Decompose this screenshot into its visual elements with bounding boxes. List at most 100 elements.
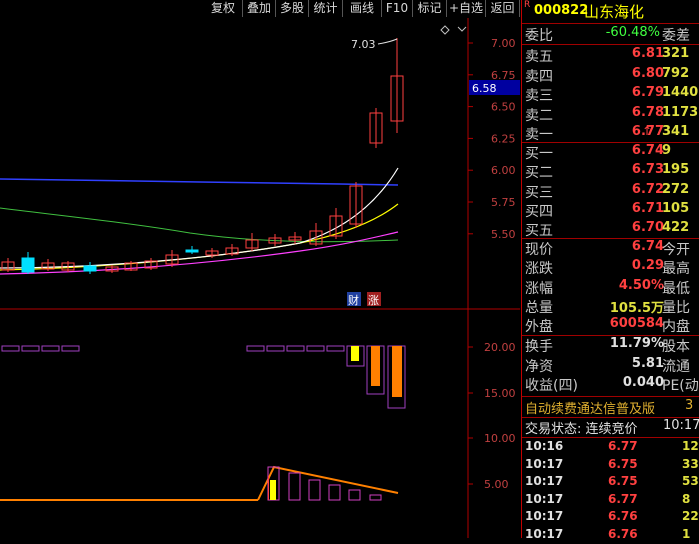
buy-level-2-row: 买二 6.73 195 [522,162,699,181]
badge-limit-up-text: 涨 [368,294,379,307]
weibi-label: 委比 [525,28,553,44]
buy-level-4-right: 105 [662,200,690,216]
indicator-bar [348,489,361,501]
tick-row: 10:17 6.76 1 [522,527,699,544]
indicator-bar-fill [351,346,359,361]
trade-status: 交易状态: 连续竞价 [525,422,638,437]
stat-0-label: 现价 [525,242,553,258]
stock-header: R 000822 山东海化 [522,0,699,22]
indicator-bar [61,345,80,352]
stat2-1-label: 净资 [525,358,553,375]
tick-time: 10:17 [525,491,564,506]
indicator-bar [328,484,341,501]
stat-2-right: 最低 [662,280,690,297]
stat2-2-right: PE(动) [662,378,699,394]
diamond-icon[interactable] [440,25,450,35]
tick-time: 10:17 [525,526,564,541]
tick-row: 10:17 6.76 22 [522,509,699,526]
high-price-marker: 7.03 [351,38,376,51]
ma120-line [0,178,399,186]
ad-banner[interactable]: 自动续费通达信普及版 3 [522,398,699,417]
price-label: 7.00 [491,37,516,50]
toolbar-button-2[interactable]: 多股 [276,0,309,17]
quote-panel: R 000822 山东海化 委比 -60.48% 委差 卖五 6.81 321 卖四 6… [521,0,699,541]
indicator-bar [306,345,325,352]
indicator-bar [1,345,20,352]
tick-price: 6.76 [608,509,638,523]
stat-4-right: 内盘 [662,319,690,336]
toolbar-button-0[interactable]: 复权 [204,0,243,17]
stat-3-right: 量比 [662,299,690,316]
stat2-0-right: 股本 [662,339,690,355]
tick-price: 6.77 [608,491,638,506]
tick-time: 10:17 [525,474,564,488]
candlestick [185,249,199,253]
stat2-0-row: 换手 11.79% 股本 [522,336,699,355]
toolbar-button-6[interactable]: 标记 [413,0,447,17]
sell-level-4-right: 792 [662,65,690,81]
tick-volume: 8 [682,491,691,506]
volume-label: 10.00 [484,432,516,445]
toolbar-button-8[interactable]: 返回 [486,0,520,17]
toolbar-button-3[interactable]: 统计 [309,0,343,17]
indicator-bar [288,472,301,501]
price-label: 6.25 [491,132,516,145]
sell-level-1-row: 卖一 6.77 ↑ 341 [522,124,699,143]
toolbar-button-4[interactable]: 画线 [343,0,382,17]
buy-level-2-right: 195 [662,162,690,178]
toolbar-button-7[interactable]: +自选 [447,0,486,17]
stat2-1-row: 净资 5.81 流通 [522,356,699,375]
price-label: 6.75 [491,69,516,82]
weibi-row: 委比 -60.48% 委差 [522,25,699,44]
tick-time: 10:17 [525,456,564,471]
sell-level-2-label: 卖二 [525,107,553,124]
sell-level-4-label: 卖四 [525,68,553,85]
stat-2-row: 涨幅 4.50% 最低 [522,278,699,297]
indicator-bar [246,345,265,352]
r-mark: R [524,0,531,10]
stat2-1-right: 流通 [662,358,690,375]
stat-1-label: 涨跌 [525,261,553,278]
stat-4-row: 外盘 600584 内盘 [522,316,699,335]
chart-toolbar: 复权 叠加 多股 统计 画线 F10 标记 +自选 返回 [0,0,520,18]
volume-label: 5.00 [484,478,509,491]
price-label: 5.75 [491,196,516,209]
sell-level-4-value: 6.80 [631,65,664,81]
candlestick [21,257,35,273]
stat-4-value: 600584 [609,316,664,332]
indicator-bar [326,345,345,352]
ad-text[interactable]: 自动续费通达信普及版 [525,398,655,417]
up-arrow-icon: ↑ [642,124,653,138]
tick-row: 10:17 6.75 53 [522,474,699,491]
indicator-bar-edge [268,476,269,500]
price-label: 5.50 [491,228,516,241]
buy-level-2-value: 6.73 [631,162,664,178]
chart-canvas[interactable]: 7.00 6.75 6.50 6.25 6.00 5.75 5.50 20.00 15.00 10… [0,18,520,538]
weicha-label: 委差 [662,28,690,44]
buy-level-3-value: 6.72 [631,181,664,197]
stat-0-value: 6.74 [631,239,664,254]
buy-level-4-row: 买四 6.71 105 [522,201,699,220]
tick-volume: 122 [682,439,699,453]
indicator-bar-fill [270,480,276,500]
sell-level-3-value: 6.79 [631,85,664,100]
stat-3-row: 总量 105.5万 量比 [522,297,699,316]
indicator-bar [369,494,382,501]
stat2-2-row: 收益(四) 0.040PE(动) [522,375,699,394]
tick-time: 10:17 [525,509,564,523]
toolbar-button-5[interactable]: F10 [382,0,413,17]
tick-time: 10:16 [525,439,564,453]
indicator-bar [308,479,321,501]
volume-label: 15.00 [484,387,516,400]
buy-level-1-right: 9 [662,143,672,158]
high-marker-arrow [377,38,398,45]
current-price-text: 6.58 [472,82,497,95]
toolbar-button-1[interactable]: 叠加 [243,0,276,17]
dropdown-arrow-icon[interactable] [457,26,467,32]
indicator-bar [266,345,285,352]
stat2-0-value: 11.79% [609,336,664,351]
buy-level-3-row: 买三 6.72 272 [522,182,699,201]
buy-level-4-label: 买四 [525,203,553,220]
tick-volume: 22 [682,509,699,523]
stat2-2-label: 收益(四) [525,378,578,394]
